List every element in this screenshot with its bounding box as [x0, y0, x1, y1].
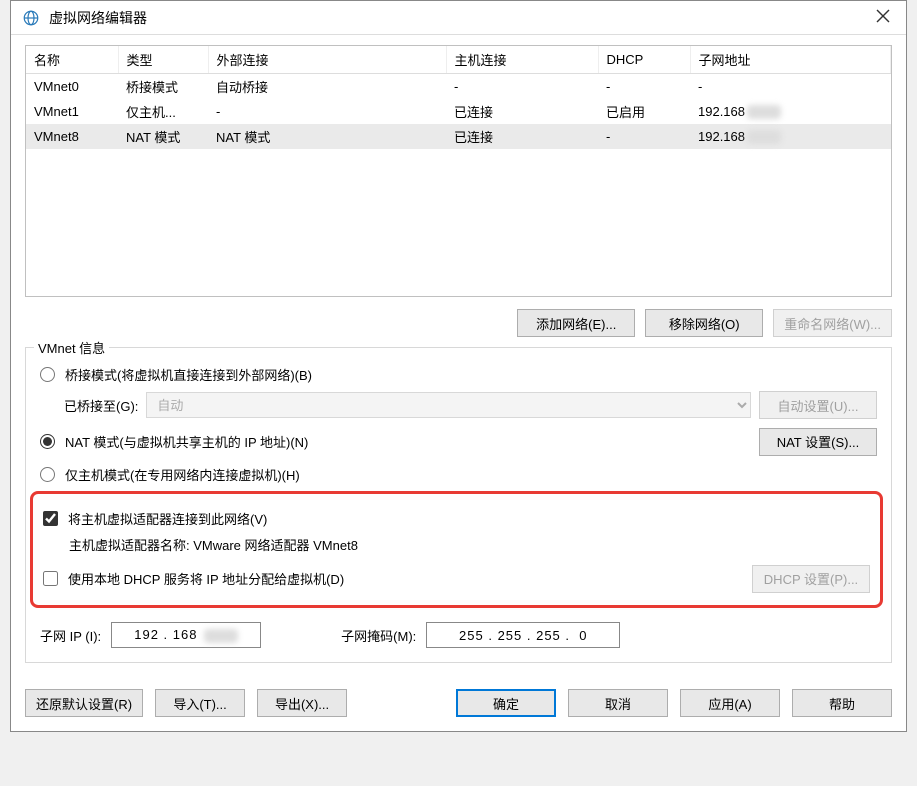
subnet-mask-label: 子网掩码(M):	[341, 626, 416, 645]
table-cell: -	[446, 74, 598, 100]
vmnet-info-fieldset: VMnet 信息 桥接模式(将虚拟机直接连接到外部网络)(B) 已桥接至(G):…	[25, 347, 892, 663]
column-header[interactable]: 名称	[26, 46, 118, 74]
blurred-ip	[204, 629, 238, 643]
ok-button[interactable]: 确定	[456, 689, 556, 717]
table-row[interactable]: VMnet0桥接模式自动桥接---	[26, 74, 891, 100]
table-cell: -	[598, 74, 690, 100]
table-cell: 192.168	[690, 99, 891, 124]
hostonly-mode-radio[interactable]	[40, 467, 55, 482]
apply-button[interactable]: 应用(A)	[680, 689, 780, 717]
restore-defaults-button[interactable]: 还原默认设置(R)	[25, 689, 143, 717]
hostonly-mode-label: 仅主机模式(在专用网络内连接虚拟机)(H)	[65, 465, 300, 484]
fieldset-legend: VMnet 信息	[34, 338, 109, 357]
subnet-mask-input[interactable]	[426, 622, 620, 648]
column-header[interactable]: 类型	[118, 46, 208, 74]
network-globe-icon	[21, 8, 41, 28]
import-button[interactable]: 导入(T)...	[155, 689, 245, 717]
window-title: 虚拟网络编辑器	[49, 8, 870, 28]
table-cell: VMnet8	[26, 124, 118, 149]
table-row[interactable]: VMnet1仅主机...-已连接已启用192.168	[26, 99, 891, 124]
table-cell: VMnet0	[26, 74, 118, 100]
table-cell: 已启用	[598, 99, 690, 124]
blurred-ip	[747, 105, 781, 119]
table-cell: 已连接	[446, 99, 598, 124]
nat-mode-radio[interactable]	[40, 434, 55, 449]
footer-buttons: 还原默认设置(R) 导入(T)... 导出(X)... 确定 取消 应用(A) …	[11, 677, 906, 731]
column-header[interactable]: 子网地址	[690, 46, 891, 74]
subnet-ip-input[interactable]: 192 . 168	[111, 622, 261, 648]
bridge-mode-radio[interactable]	[40, 367, 55, 382]
virtual-network-editor-window: 虚拟网络编辑器 名称类型外部连接主机连接DHCP子网地址 VMnet0桥接模式自…	[10, 0, 907, 732]
table-cell: 仅主机...	[118, 99, 208, 124]
add-network-button[interactable]: 添加网络(E)...	[517, 309, 635, 337]
dhcp-label: 使用本地 DHCP 服务将 IP 地址分配给虚拟机(D)	[68, 569, 344, 588]
connect-adapter-label: 将主机虚拟适配器连接到此网络(V)	[68, 509, 267, 528]
cancel-button[interactable]: 取消	[568, 689, 668, 717]
adapter-name-text: 主机虚拟适配器名称: VMware 网络适配器 VMnet8	[69, 535, 870, 554]
help-button[interactable]: 帮助	[792, 689, 892, 717]
table-cell: 192.168	[690, 124, 891, 149]
table-cell: NAT 模式	[118, 124, 208, 149]
export-button[interactable]: 导出(X)...	[257, 689, 347, 717]
column-header[interactable]: DHCP	[598, 46, 690, 74]
table-row[interactable]: VMnet8NAT 模式NAT 模式已连接-192.168	[26, 124, 891, 149]
connect-adapter-checkbox[interactable]	[43, 511, 58, 526]
column-header[interactable]: 外部连接	[208, 46, 446, 74]
bridged-to-select: 自动	[146, 392, 751, 418]
table-cell: -	[598, 124, 690, 149]
table-cell: 已连接	[446, 124, 598, 149]
table-cell: -	[208, 99, 446, 124]
titlebar: 虚拟网络编辑器	[11, 1, 906, 35]
nat-settings-button[interactable]: NAT 设置(S)...	[759, 428, 877, 456]
table-cell: 桥接模式	[118, 74, 208, 100]
table-cell: -	[690, 74, 891, 100]
column-header[interactable]: 主机连接	[446, 46, 598, 74]
table-cell: VMnet1	[26, 99, 118, 124]
bridged-to-label: 已桥接至(G):	[64, 396, 138, 415]
bridge-mode-label: 桥接模式(将虚拟机直接连接到外部网络)(B)	[65, 365, 312, 384]
auto-settings-button: 自动设置(U)...	[759, 391, 877, 419]
close-icon[interactable]	[870, 7, 896, 28]
nat-mode-label: NAT 模式(与虚拟机共享主机的 IP 地址)(N)	[65, 432, 308, 451]
table-cell: 自动桥接	[208, 74, 446, 100]
dhcp-settings-button: DHCP 设置(P)...	[752, 565, 870, 593]
subnet-ip-label: 子网 IP (I):	[40, 626, 101, 645]
highlight-box: 将主机虚拟适配器连接到此网络(V) 主机虚拟适配器名称: VMware 网络适配…	[30, 491, 883, 608]
network-table[interactable]: 名称类型外部连接主机连接DHCP子网地址 VMnet0桥接模式自动桥接---VM…	[25, 45, 892, 297]
remove-network-button[interactable]: 移除网络(O)	[645, 309, 763, 337]
rename-network-button: 重命名网络(W)...	[773, 309, 892, 337]
blurred-ip	[747, 130, 781, 144]
dhcp-checkbox[interactable]	[43, 571, 58, 586]
subnet-ip-value: 192 . 168	[134, 627, 197, 642]
table-cell: NAT 模式	[208, 124, 446, 149]
